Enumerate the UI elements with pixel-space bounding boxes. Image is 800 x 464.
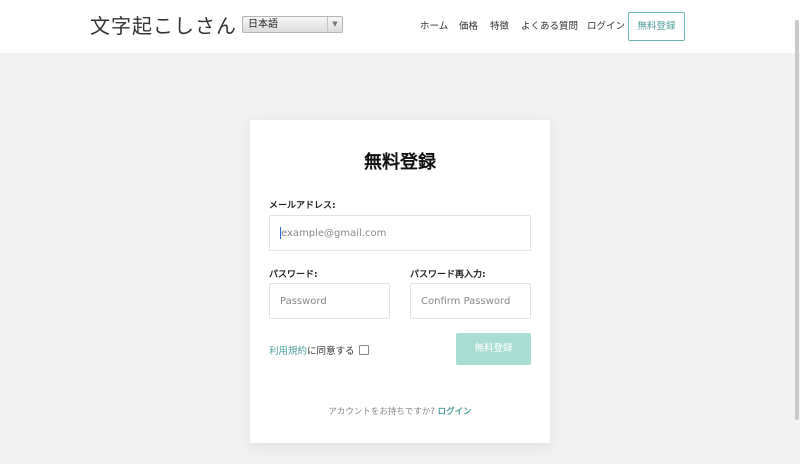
nav-home[interactable]: ホーム: [420, 18, 448, 32]
login-link[interactable]: ログイン: [438, 407, 472, 417]
site-logo[interactable]: 文字起こしさん: [90, 10, 237, 39]
terms-agreement: 利用規約 に同意する: [269, 343, 369, 357]
terms-text: に同意する: [307, 346, 355, 357]
chevron-down-icon: ▼: [327, 17, 342, 32]
login-prompt: アカウントをお持ちですか? ログイン: [250, 405, 550, 417]
scrollbar-thumb[interactable]: [795, 20, 799, 420]
confirm-password-label: パスワード再入力:: [410, 270, 486, 280]
confirm-password-field[interactable]: Confirm Password: [410, 283, 531, 319]
nav-signup-button[interactable]: 無料登録: [628, 12, 685, 41]
confirm-password-placeholder: Confirm Password: [421, 295, 511, 307]
page-scrollbar[interactable]: [793, 20, 800, 420]
nav-pricing[interactable]: 価格: [459, 18, 478, 32]
password-label: パスワード:: [269, 270, 318, 280]
terms-checkbox[interactable]: [358, 345, 369, 355]
nav-login[interactable]: ログイン: [587, 18, 625, 32]
language-select[interactable]: 日本語 ▼: [242, 16, 343, 33]
form-title: 無料登録: [364, 152, 436, 173]
top-header: 文字起こしさん 日本語 ▼ ホーム 価格 特徴 よくある質問 ログイン 無料登録: [0, 0, 800, 53]
nav-faq[interactable]: よくある質問: [521, 18, 578, 32]
signup-submit-button[interactable]: 無料登録: [456, 333, 531, 365]
language-select-value: 日本語: [248, 19, 278, 30]
nav-features[interactable]: 特徴: [490, 18, 509, 32]
email-label: メールアドレス:: [269, 201, 336, 211]
terms-link[interactable]: 利用規約: [269, 343, 307, 357]
email-field[interactable]: example@gmail.com: [269, 215, 531, 251]
login-prompt-text: アカウントをお持ちですか?: [328, 407, 435, 417]
email-placeholder: example@gmail.com: [281, 227, 387, 239]
password-field[interactable]: Password: [269, 283, 390, 319]
password-placeholder: Password: [280, 295, 327, 307]
signup-card: 無料登録 メールアドレス: example@gmail.com パスワード: P…: [250, 120, 550, 443]
